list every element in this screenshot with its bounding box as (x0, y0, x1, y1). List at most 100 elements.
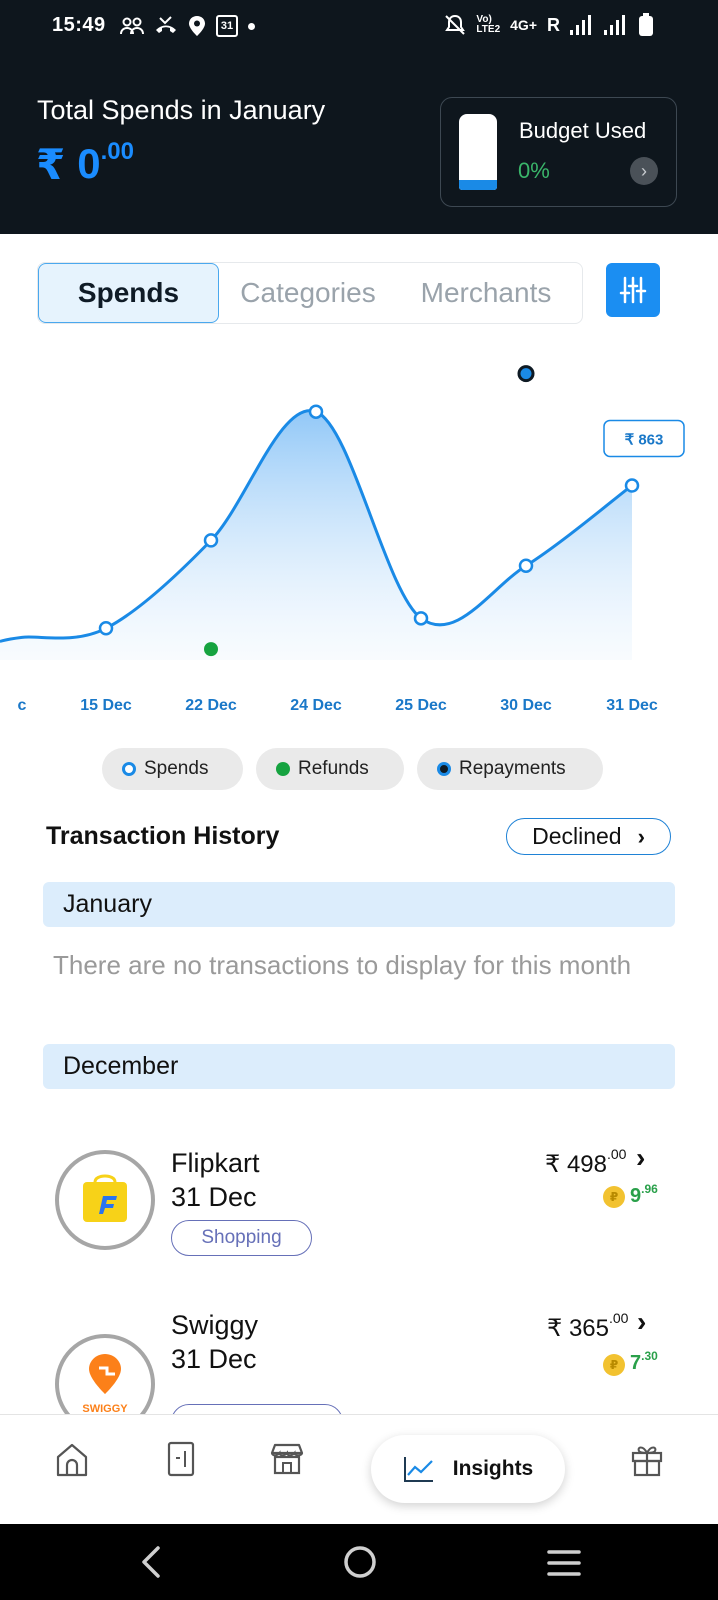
swiggy-pin-icon: SWIGGY (82, 1354, 128, 1414)
total-spends-amount: ₹ 0 .00 (36, 138, 134, 189)
legend-spends[interactable]: Spends (102, 748, 243, 790)
budget-card[interactable]: Budget Used 0% › (440, 97, 677, 207)
legend-repayments[interactable]: Repayments (417, 748, 603, 790)
status-icons-right: Vo) LTE2 4G+ R (444, 12, 654, 38)
merchant-name: Swiggy (171, 1310, 259, 1340)
chevron-right-icon[interactable]: › (636, 1142, 645, 1174)
legend-dot (122, 762, 136, 776)
transaction-amount: ₹ 498 .00 (545, 1146, 626, 1179)
insights-tabs: Spends Categories Merchants (37, 262, 583, 324)
month-header-january: January (43, 882, 675, 927)
points-decimal: .30 (641, 1349, 658, 1363)
points-integer: 9 (630, 1185, 642, 1207)
nav-insights-button[interactable]: Insights (371, 1435, 565, 1503)
amount-integer: ₹ 498 (545, 1151, 607, 1178)
chevron-right-icon[interactable]: › (637, 1310, 646, 1338)
spends-area (0, 410, 632, 660)
x-tick-label: 24 Dec (290, 697, 342, 714)
flipkart-bag-icon (83, 1174, 127, 1222)
amount-decimal: .00 (608, 1310, 629, 1326)
tab-categories[interactable]: Categories (219, 263, 397, 323)
spends-point[interactable] (624, 478, 640, 493)
transaction-history-title: Transaction History (46, 822, 280, 850)
system-navigation-bar (0, 1524, 718, 1600)
legend-dot (276, 762, 290, 776)
x-tick-label: c (18, 697, 27, 714)
amount-integer: ₹ 365 (547, 1315, 609, 1342)
store-icon[interactable] (267, 1439, 307, 1479)
nav-insights-label: Insights (452, 1457, 534, 1480)
calendar-icon: 31 (216, 15, 238, 37)
swiggy-logo-text: SWIGGY (82, 1403, 128, 1414)
swiggy-logo: SWIGGY (55, 1334, 155, 1414)
gift-icon[interactable] (627, 1439, 667, 1479)
x-tick-label: 31 Dec (606, 697, 658, 714)
spends-chart: c 15 Dec 22 Dec 24 Dec 25 Dec 30 Dec 31 Dec ₹ … (0, 365, 685, 714)
roaming-label: R (547, 14, 560, 35)
signal-icon (604, 15, 625, 35)
category-badge[interactable]: Shopping (171, 1220, 312, 1256)
reward-points: 7 .30 (630, 1349, 658, 1375)
empty-month-message: There are no transactions to display for… (53, 950, 632, 980)
total-spends-title: Total Spends in January (37, 95, 326, 125)
reward-coin-icon: ₽ (603, 1186, 625, 1208)
legend-dot (437, 762, 451, 776)
month-header-december: December (43, 1044, 675, 1089)
transaction-amount: ₹ 365 .00 (547, 1310, 628, 1343)
home-icon[interactable] (52, 1439, 92, 1479)
transaction-row-swiggy[interactable]: SWIGGY Swiggy 31 Dec ₹ 365 .00 › ₽ 7 .30 (40, 1310, 680, 1414)
status-time: 15:49 (52, 14, 106, 36)
points-integer: 7 (630, 1352, 642, 1374)
merchant-name: Flipkart (171, 1148, 260, 1178)
people-icon (120, 17, 144, 35)
refund-point[interactable] (204, 642, 218, 657)
volte-icon: Vo) LTE2 (476, 14, 501, 35)
tooltip-label: ₹ 863 (625, 431, 664, 448)
category-badge[interactable] (171, 1404, 343, 1414)
missed-call-icon (156, 16, 176, 33)
repayment-point[interactable] (517, 365, 535, 383)
status-icons-left: 31 (120, 14, 255, 38)
spends-point[interactable] (308, 404, 324, 419)
amount-integer: 0 (77, 140, 101, 187)
battery-icon (639, 13, 653, 36)
currency-symbol: ₹ (36, 141, 66, 188)
amount-decimal: .00 (100, 138, 134, 165)
spends-point[interactable] (518, 558, 534, 573)
home-circle-icon[interactable] (342, 1544, 378, 1580)
back-icon[interactable] (136, 1544, 166, 1580)
notification-dot (248, 22, 255, 30)
amount-decimal: .00 (606, 1146, 627, 1162)
x-tick-label: 22 Dec (185, 697, 237, 714)
declined-button[interactable]: Declined › (506, 818, 671, 855)
budget-gauge-fill (459, 180, 497, 190)
reward-points: 9 .96 (630, 1182, 658, 1208)
filter-button[interactable] (606, 263, 660, 317)
budget-percent: 0% (518, 158, 550, 183)
spends-point[interactable] (203, 533, 219, 548)
recents-icon[interactable] (546, 1548, 582, 1578)
budget-title: Budget Used (519, 118, 647, 143)
network-label: 4G+ (510, 17, 537, 33)
spends-point[interactable] (413, 611, 429, 626)
reward-coin-icon: ₽ (603, 1354, 625, 1376)
insights-icon (403, 1457, 433, 1482)
transaction-date: 31 Dec (171, 1344, 257, 1374)
location-icon (189, 16, 205, 36)
budget-gauge (459, 114, 497, 190)
sliders-icon (619, 276, 647, 304)
legend-refunds[interactable]: Refunds (256, 748, 404, 790)
chevron-right-icon: › (637, 823, 645, 849)
x-tick-label: 15 Dec (80, 697, 132, 714)
bottom-navigation (0, 1414, 718, 1524)
signal-icon (570, 15, 591, 35)
card-icon[interactable] (161, 1439, 201, 1479)
chevron-right-icon[interactable]: › (630, 157, 658, 185)
tab-merchants[interactable]: Merchants (397, 263, 575, 323)
flipkart-logo (55, 1150, 155, 1250)
points-decimal: .96 (641, 1182, 658, 1196)
transaction-row-flipkart[interactable]: Flipkart 31 Dec Shopping ₹ 498 .00 › ₽ 9… (40, 1130, 680, 1270)
legend-label: Spends (144, 758, 209, 779)
tab-spends[interactable]: Spends (38, 263, 219, 323)
spends-point[interactable] (98, 621, 114, 636)
